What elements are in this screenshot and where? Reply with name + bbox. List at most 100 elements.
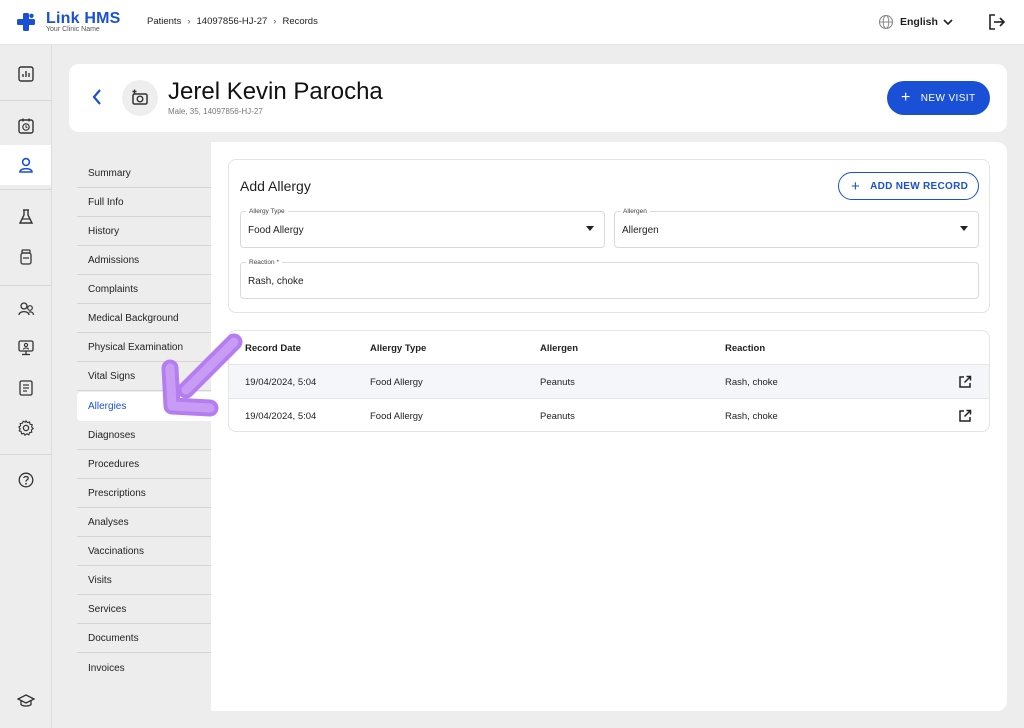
rail-reports[interactable] (0, 368, 51, 408)
lab-flask-icon (18, 209, 33, 224)
chevron-down-icon (943, 19, 953, 26)
rail-patients[interactable] (0, 145, 51, 185)
patient-header: Jerel Kevin Parocha Male, 35, 14097856-H… (69, 64, 1007, 132)
staff-icon (17, 302, 34, 316)
nav-invoices[interactable]: Invoices (77, 654, 211, 683)
table-row[interactable]: 19/04/2024, 5:04 Food Allergy Peanuts Ra… (229, 364, 989, 398)
monitor-icon (17, 340, 34, 356)
rail-laboratory[interactable] (0, 197, 51, 237)
camera-add-icon (132, 89, 148, 105)
nav-admissions[interactable]: Admissions (77, 246, 211, 275)
rail-education[interactable] (0, 681, 51, 721)
globe-icon (878, 14, 894, 30)
help-icon (18, 472, 33, 488)
nav-services[interactable]: Services (77, 595, 211, 624)
rail-divider (0, 285, 51, 286)
patient-icon (18, 157, 33, 173)
nav-diagnoses[interactable]: Diagnoses (77, 421, 211, 450)
nav-procedures[interactable]: Procedures (77, 450, 211, 479)
education-icon (16, 694, 35, 707)
allergen-value: Allergen (622, 225, 659, 236)
rail-settings[interactable] (0, 408, 51, 448)
allergies-panel: Add Allergy + ADD NEW RECORD Allergy Typ… (211, 142, 1007, 711)
caret-down-icon (960, 226, 968, 231)
breadcrumb-patient-id[interactable]: 14097856-HJ-27 (197, 16, 268, 27)
add-new-record-label: ADD NEW RECORD (870, 180, 969, 192)
nav-medical-background[interactable]: Medical Background (77, 304, 211, 333)
logout-icon[interactable] (988, 13, 1006, 31)
calendar-clock-icon (17, 118, 34, 134)
brand-subtitle: Your Clinic Name (46, 26, 100, 33)
allergy-records-table: Record Date Allergy Type Allergen Reacti… (228, 330, 990, 432)
allergy-type-label: Allergy Type (246, 208, 288, 215)
reaction-value: Rash, choke (248, 276, 304, 287)
nav-summary[interactable]: Summary (77, 159, 211, 188)
open-external-icon[interactable] (958, 375, 972, 389)
icon-rail (0, 45, 52, 728)
form-title: Add Allergy (240, 178, 311, 194)
rail-divider (0, 189, 51, 190)
cell-allergy-type: Food Allergy (370, 377, 423, 388)
header-allergen: Allergen (540, 343, 579, 354)
reaction-label: Reaction * (246, 259, 282, 266)
rail-divider (0, 100, 51, 101)
nav-documents[interactable]: Documents (77, 624, 211, 653)
header-reaction: Reaction (725, 343, 766, 354)
nav-vaccinations[interactable]: Vaccinations (77, 537, 211, 566)
patient-name: Jerel Kevin Parocha (168, 78, 383, 105)
rail-help[interactable] (0, 460, 51, 500)
cell-reaction: Rash, choke (725, 411, 778, 422)
language-label: English (900, 16, 938, 28)
dashboard-icon (17, 66, 34, 82)
patient-meta: Male, 35, 14097856-HJ-27 (168, 107, 263, 116)
allergy-type-value: Food Allergy (248, 225, 304, 236)
add-allergy-form: Add Allergy + ADD NEW RECORD Allergy Typ… (228, 159, 990, 313)
breadcrumb-records: Records (282, 16, 318, 27)
top-bar: Link HMS Your Clinic Name Patients › 14097… (0, 0, 1024, 45)
plus-icon: + (901, 89, 911, 106)
rail-pharmacy[interactable] (0, 237, 51, 277)
cell-record-date: 19/04/2024, 5:04 (245, 411, 317, 422)
rail-calendar[interactable] (0, 106, 51, 146)
breadcrumb-separator: › (187, 16, 191, 27)
breadcrumb: Patients › 14097856-HJ-27 › Records (147, 16, 318, 27)
allergen-label: Allergen (620, 208, 650, 215)
allergy-type-select[interactable]: Allergy Type Food Allergy (240, 208, 605, 248)
cell-allergy-type: Food Allergy (370, 411, 423, 422)
cell-allergen: Peanuts (540, 377, 575, 388)
medication-bottle-icon (19, 249, 32, 265)
nav-visits[interactable]: Visits (77, 566, 211, 595)
cell-allergen: Peanuts (540, 411, 575, 422)
nav-full-info[interactable]: Full Info (77, 188, 211, 217)
brand-logo[interactable]: Link HMS Your Clinic Name (16, 10, 126, 36)
nav-complaints[interactable]: Complaints (77, 275, 211, 304)
open-external-icon[interactable] (958, 409, 972, 423)
rail-dashboard[interactable] (0, 54, 51, 94)
patient-photo-upload[interactable] (122, 80, 158, 116)
brand-cross-icon (17, 13, 35, 31)
nav-analyses[interactable]: Analyses (77, 508, 211, 537)
cell-record-date: 19/04/2024, 5:04 (245, 377, 317, 388)
reaction-field[interactable]: Reaction * Rash, choke (240, 259, 979, 299)
header-allergy-type: Allergy Type (370, 343, 427, 354)
rail-divider (0, 454, 51, 455)
nav-prescriptions[interactable]: Prescriptions (77, 479, 211, 508)
new-visit-label: NEW VISIT (920, 92, 976, 104)
breadcrumb-patients[interactable]: Patients (147, 16, 181, 27)
back-arrow-icon[interactable] (87, 87, 107, 107)
report-icon (18, 380, 33, 396)
nav-history[interactable]: History (77, 217, 211, 246)
add-new-record-button[interactable]: + ADD NEW RECORD (838, 172, 979, 200)
plus-icon: + (851, 177, 861, 195)
cell-reaction: Rash, choke (725, 377, 778, 388)
breadcrumb-separator: › (273, 16, 277, 27)
header-record-date: Record Date (245, 343, 301, 354)
rail-staff[interactable] (0, 289, 51, 329)
annotation-arrow-icon (161, 333, 243, 417)
caret-down-icon (586, 226, 594, 231)
record-section-nav: Summary Full Info History Admissions Com… (69, 142, 211, 711)
allergen-select[interactable]: Allergen Allergen (614, 208, 979, 248)
new-visit-button[interactable]: + NEW VISIT (887, 81, 990, 115)
rail-monitor[interactable] (0, 328, 51, 368)
table-row[interactable]: 19/04/2024, 5:04 Food Allergy Peanuts Ra… (229, 398, 989, 431)
